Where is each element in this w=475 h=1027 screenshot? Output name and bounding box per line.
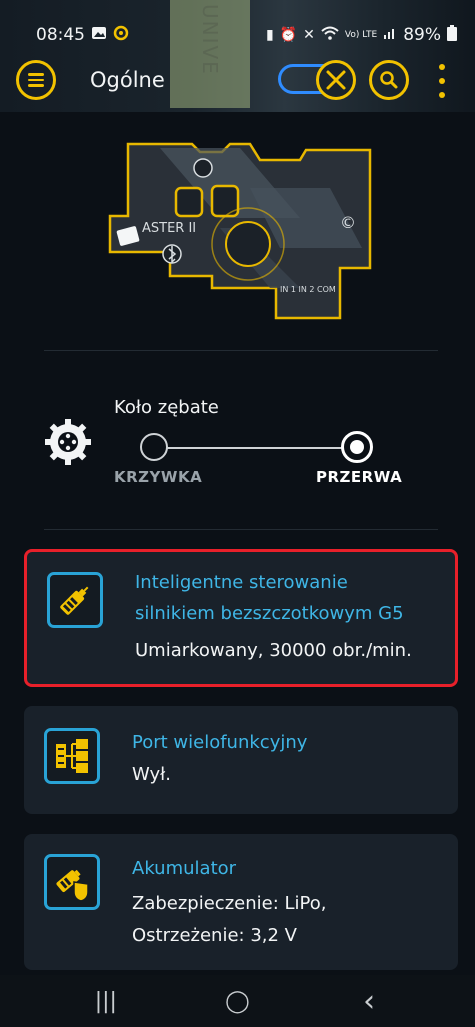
multifunction-port-card[interactable]: Port wielofunkcyjny Wył. <box>24 706 458 814</box>
motor-icon <box>47 572 103 628</box>
battery-shield-icon <box>44 854 100 910</box>
divider-bottom <box>44 529 438 530</box>
search-button[interactable] <box>369 60 409 100</box>
divider-top <box>44 350 438 351</box>
top-app-bar: UNIVE 08:45 ▮ ⏰ ✕ Vo) LTE 89% Ogólne <box>0 0 475 112</box>
battery-protection-value: Zabezpieczenie: LiPo, <box>132 893 327 914</box>
gear-icon <box>44 418 92 466</box>
more-options-icon[interactable] <box>438 64 446 98</box>
signal-icon <box>383 26 397 44</box>
gear-option-przerwa-radio[interactable] <box>341 431 373 463</box>
battery-saver-icon: ▮ <box>266 27 274 43</box>
search-icon <box>380 71 398 89</box>
hamburger-icon <box>28 70 44 90</box>
back-button[interactable]: ‹ <box>339 984 399 1019</box>
battery-warning-value: Ostrzeżenie: 3,2 V <box>132 925 297 946</box>
gear-slider-track[interactable] <box>166 447 344 449</box>
board-brand: ASTER II <box>142 221 196 236</box>
recents-button[interactable]: ||| <box>76 989 136 1014</box>
battery-icon <box>447 25 457 45</box>
alarm-icon: ⏰ <box>279 27 298 43</box>
port-tree-icon <box>44 728 100 784</box>
board-port-labels: IN 1 IN 2 COM <box>280 285 336 294</box>
gear-option-krzywka-radio[interactable] <box>140 433 168 461</box>
mute-icon: ✕ <box>303 27 315 43</box>
gear-option-krzywka-label[interactable]: KRZYWKA <box>114 468 202 486</box>
status-bar: 08:45 ▮ ⏰ ✕ Vo) LTE 89% <box>0 18 475 52</box>
multifunction-port-value: Wył. <box>132 764 171 785</box>
motor-control-card[interactable]: Inteligentne sterowanie silnikiem bezszc… <box>24 549 458 687</box>
gallery-icon <box>91 26 107 44</box>
board-copyright: © <box>340 213 356 232</box>
app-toolbar: Ogólne <box>0 58 475 104</box>
page-title: Ogólne <box>90 68 165 92</box>
screwdriver-wrench-icon <box>326 70 346 90</box>
status-time: 08:45 <box>36 25 85 45</box>
notification-app-icon <box>113 25 129 45</box>
home-button[interactable]: ◯ <box>207 989 267 1014</box>
motor-control-title-line2: silnikiem bezszczotkowym G5 <box>135 603 404 624</box>
multifunction-port-title: Port wielofunkcyjny <box>132 732 308 753</box>
motor-control-value: Umiarkowany, 30000 obr./min. <box>135 640 412 661</box>
wifi-icon <box>321 26 339 44</box>
menu-button[interactable] <box>16 60 56 100</box>
network-type-label: Vo) LTE <box>344 30 378 40</box>
board-image: ASTER II IN 1 IN 2 COM © <box>100 128 380 328</box>
battery-card[interactable]: Akumulator Zabezpieczenie: LiPo, Ostrzeż… <box>24 834 458 970</box>
system-nav-bar: ||| ◯ ‹ <box>0 975 475 1027</box>
battery-title: Akumulator <box>132 858 237 879</box>
gear-option-przerwa-label[interactable]: PRZERWA <box>316 468 402 486</box>
motor-control-title-line1: Inteligentne sterowanie <box>135 572 348 593</box>
tools-button[interactable] <box>316 60 356 100</box>
gear-setting-title: Koło zębate <box>114 397 219 418</box>
battery-percent: 89% <box>403 25 441 45</box>
